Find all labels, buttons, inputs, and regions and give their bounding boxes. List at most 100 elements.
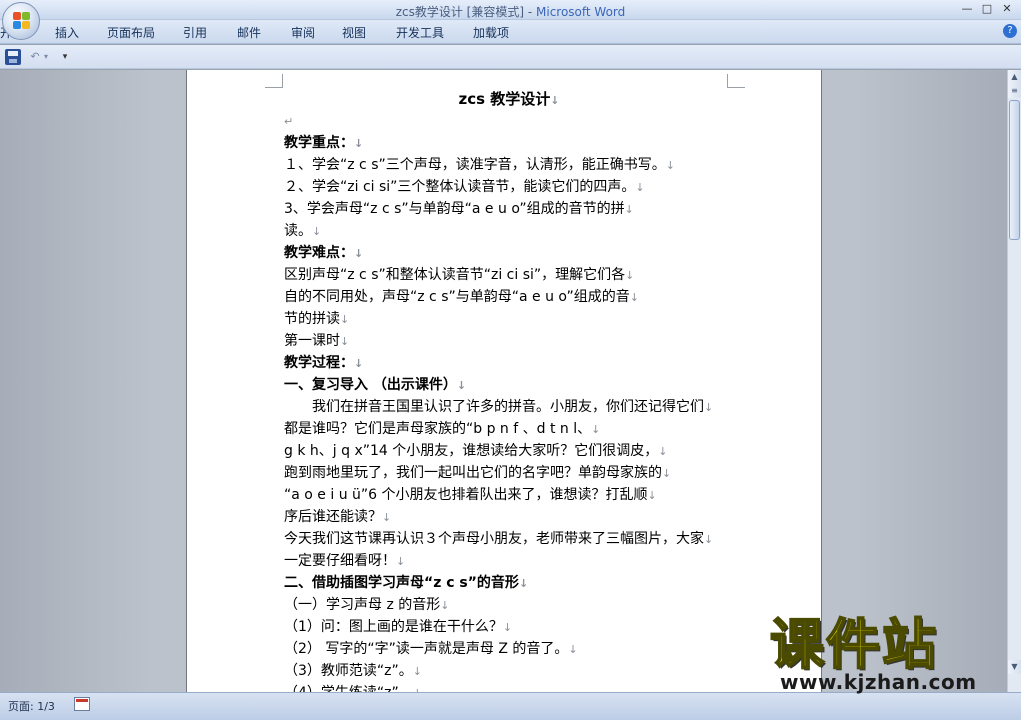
paragraph-mark-icon: ↓ bbox=[502, 621, 513, 634]
paragraph-mark-icon: ↓ bbox=[312, 225, 322, 238]
document-paragraph[interactable]: 序后谁还能读？↓ bbox=[284, 506, 734, 528]
paragraph-text: 第一课时 bbox=[284, 333, 340, 349]
close-button[interactable]: ✕ bbox=[996, 1, 1018, 17]
customize-toolbar-icon[interactable]: ▾ bbox=[60, 49, 70, 65]
ribbon-tab[interactable]: 加载项 bbox=[473, 24, 509, 41]
document-paragraph[interactable]: 跑到雨地里玩了，我们一起叫出它们的名字吧？单韵母家族的↓ bbox=[284, 462, 734, 484]
paragraph-mark-icon: ↓ bbox=[568, 643, 578, 656]
ribbon-tab[interactable]: 邮件 bbox=[237, 24, 261, 41]
proofing-icon[interactable] bbox=[74, 697, 90, 711]
document-paragraph[interactable]: 都是谁吗？它们是声母家族的“b p n f 、d t n l、↓ bbox=[284, 418, 734, 440]
paragraph-mark-icon: ↓ bbox=[624, 203, 634, 216]
paragraph-text: 序后谁还能读？ bbox=[284, 509, 382, 525]
document-paragraph[interactable]: （3）教师范读“z”。↓ bbox=[284, 660, 734, 682]
page-count[interactable]: 页面: 1/3 bbox=[8, 698, 55, 714]
paragraph-mark-icon: ↓ bbox=[662, 467, 672, 480]
document-body[interactable]: zcs 教学设计↓ ↵ 教学重点：↓ １、学会“z c s”三个声母，读准字音，认清… bbox=[284, 88, 734, 692]
document-paragraph[interactable]: 今天我们这节课再认识３个声母小朋友，老师带来了三幅图片，大家↓ bbox=[284, 528, 734, 550]
document-paragraph[interactable]: （2） 写字的“字”读一声就是声母 Z 的音了。↓ bbox=[284, 638, 734, 660]
paragraph-text: 读。 bbox=[284, 223, 312, 239]
window-title-app: Microsoft Word bbox=[536, 5, 626, 19]
document-paragraph[interactable]: 区别声母“z c s”和整体认读音节“zi ci si”，理解它们各↓ bbox=[284, 264, 734, 286]
scroll-up-icon[interactable]: ▲ bbox=[1008, 70, 1021, 84]
document-paragraph[interactable]: g k h、j q x”14 个小朋友，谁想读给大家听？它们很调皮，↓ bbox=[284, 440, 734, 462]
document-paragraph[interactable]: 二、借助插图学习声母“z c s”的音形↓ bbox=[284, 572, 734, 594]
paragraph-text: 3、学会声母“z c s”与单韵母“a e u o”组成的音节的拼 bbox=[284, 201, 625, 217]
ribbon-tab[interactable]: 开发工具 bbox=[396, 24, 444, 41]
paragraph-mark-icon: ↓ bbox=[354, 247, 364, 260]
paragraph-text: 区别声母“z c s”和整体认读音节“zi ci si”，理解它们各 bbox=[284, 267, 626, 283]
paragraph-mark-icon: ↓ bbox=[396, 555, 406, 568]
document-paragraph[interactable]: 一、复习导入 （出示课件）↓ bbox=[284, 374, 734, 396]
document-paragraph[interactable]: 教学过程：↓ bbox=[284, 352, 734, 374]
document-paragraph[interactable]: ２、学会“zi ci si”三个整体认读音节，能读它们的四声。↓ bbox=[284, 176, 734, 198]
document-paragraph[interactable]: 教学难点：↓ bbox=[284, 242, 734, 264]
document-paragraph[interactable]: 第一课时↓ bbox=[284, 330, 734, 352]
paragraph-text: 我们在拼音王国里认识了许多的拼音。小朋友，你们还记得它们 bbox=[284, 399, 704, 415]
paragraph-mark-icon: ↓ bbox=[382, 511, 392, 524]
site-watermark: 课件站 www.kjzhan.com bbox=[769, 613, 1015, 695]
paragraph-mark-icon: ↓ bbox=[440, 599, 450, 612]
document-paragraph[interactable]: １、学会“z c s”三个声母，读准字音，认清形，能正确书写。↓ bbox=[284, 154, 734, 176]
paragraph-text: （3）教师范读“z”。 bbox=[284, 663, 413, 679]
ribbon-tab-bar: 开始插入页面布局引用邮件审阅视图开发工具加载项 ? bbox=[0, 20, 1021, 44]
paragraph-mark-icon: ↓ bbox=[354, 137, 364, 150]
document-paragraph[interactable]: 自的不同用处，声母“z c s”与单韵母“a e u o”组成的音↓ bbox=[284, 286, 734, 308]
paragraph-mark-icon: ↓ bbox=[518, 577, 529, 590]
document-paragraph[interactable]: 一定要仔细看呀！↓ bbox=[284, 550, 734, 572]
paragraph-text: １、学会“z c s”三个声母，读准字音，认清形，能正确书写。 bbox=[284, 157, 666, 173]
document-paragraph[interactable]: 我们在拼音王国里认识了许多的拼音。小朋友，你们还记得它们↓ bbox=[284, 396, 734, 418]
ribbon-tab[interactable]: 审阅 bbox=[291, 24, 315, 41]
margin-corner-mark bbox=[265, 74, 283, 88]
watermark-url: www.kjzhan.com bbox=[780, 670, 977, 694]
ribbon-tab[interactable]: 插入 bbox=[55, 24, 79, 41]
ruler-toggle-icon[interactable]: ≡ bbox=[1008, 84, 1021, 98]
vertical-scrollbar[interactable]: ▲ ≡ ▼ bbox=[1007, 70, 1021, 692]
scroll-thumb[interactable] bbox=[1009, 100, 1020, 240]
minimize-button[interactable]: — bbox=[956, 1, 978, 17]
paragraph-mark-icon: ↓ bbox=[635, 181, 645, 194]
paragraph-text: （4）学生练读“z”。 bbox=[284, 685, 413, 692]
ribbon-tab[interactable]: 页面布局 bbox=[107, 24, 155, 41]
document-paragraph[interactable]: 节的拼读↓ bbox=[284, 308, 734, 330]
document-paragraph[interactable]: （1）问：图上画的是谁在干什么？↓ bbox=[284, 616, 734, 638]
paragraph-text: （2） 写字的“字”读一声就是声母 Z 的音了。 bbox=[284, 641, 569, 657]
save-icon[interactable] bbox=[5, 49, 21, 65]
document-paragraph[interactable]: 教学重点：↓ bbox=[284, 132, 734, 154]
quick-access-toolbar: ↶ ▾ ▾ bbox=[0, 45, 1021, 69]
document-title: zcs 教学设计↓ bbox=[458, 90, 560, 108]
document-page[interactable]: zcs 教学设计↓ ↵ 教学重点：↓ １、学会“z c s”三个声母，读准字音，认清… bbox=[186, 70, 822, 692]
paragraph-text: “a o e i u ü”6 个小朋友也排着队出来了，谁想读？打乱顺 bbox=[284, 487, 648, 503]
paragraph-text: 一定要仔细看呀！ bbox=[284, 553, 396, 569]
document-workspace: zcs 教学设计↓ ↵ 教学重点：↓ １、学会“z c s”三个声母，读准字音，认清… bbox=[0, 70, 1007, 692]
paragraph-text: 教学过程： bbox=[284, 355, 354, 371]
paragraph-text: ２、学会“zi ci si”三个整体认读音节，能读它们的四声。 bbox=[284, 179, 636, 195]
status-bar: 页面: 1/3 bbox=[0, 692, 1021, 720]
paragraph-mark-icon: ↓ bbox=[647, 489, 657, 502]
paragraph-text: 跑到雨地里玩了，我们一起叫出它们的名字吧？单韵母家族的 bbox=[284, 465, 662, 481]
ribbon-tab[interactable]: 引用 bbox=[183, 24, 207, 41]
paragraph-mark-icon: ↓ bbox=[354, 357, 364, 370]
paragraph-mark-icon: ↓ bbox=[340, 313, 350, 326]
document-paragraph[interactable]: “a o e i u ü”6 个小朋友也排着队出来了，谁想读？打乱顺↓ bbox=[284, 484, 734, 506]
paragraph-text: 教学难点： bbox=[284, 245, 354, 261]
paragraph-mark-icon: ↓ bbox=[665, 159, 675, 172]
undo-icon[interactable]: ↶ bbox=[27, 49, 43, 65]
paragraph-text: 教学重点： bbox=[284, 135, 354, 151]
maximize-button[interactable]: □ bbox=[976, 1, 998, 17]
undo-dropdown-icon[interactable]: ▾ bbox=[42, 49, 50, 65]
document-paragraph[interactable]: 3、学会声母“z c s”与单韵母“a e u o”组成的音节的拼↓ bbox=[284, 198, 734, 220]
help-icon[interactable]: ? bbox=[1003, 24, 1017, 38]
paragraph-text: 都是谁吗？它们是声母家族的“b p n f 、d t n l、 bbox=[284, 421, 592, 437]
document-paragraph[interactable]: 读。↓ bbox=[284, 220, 734, 242]
ribbon-tab[interactable]: 视图 bbox=[342, 24, 366, 41]
paragraph-text: g k h、j q x”14 个小朋友，谁想读给大家听？它们很调皮， bbox=[284, 443, 659, 459]
document-paragraph[interactable]: （一）学习声母 z 的音形↓ bbox=[284, 594, 734, 616]
document-paragraph[interactable]: （4）学生练读“z”。↓ bbox=[284, 682, 734, 692]
window-title-doc: zcs教学设计 [兼容模式] - bbox=[395, 5, 536, 19]
paragraph-mark-icon: ↓ bbox=[658, 445, 668, 458]
office-button[interactable] bbox=[2, 2, 40, 40]
document-paragraph[interactable]: ↵ bbox=[284, 110, 734, 132]
watermark-logo-text: 课件站 bbox=[769, 613, 938, 676]
paragraph-mark-icon: ↓ bbox=[340, 335, 350, 348]
